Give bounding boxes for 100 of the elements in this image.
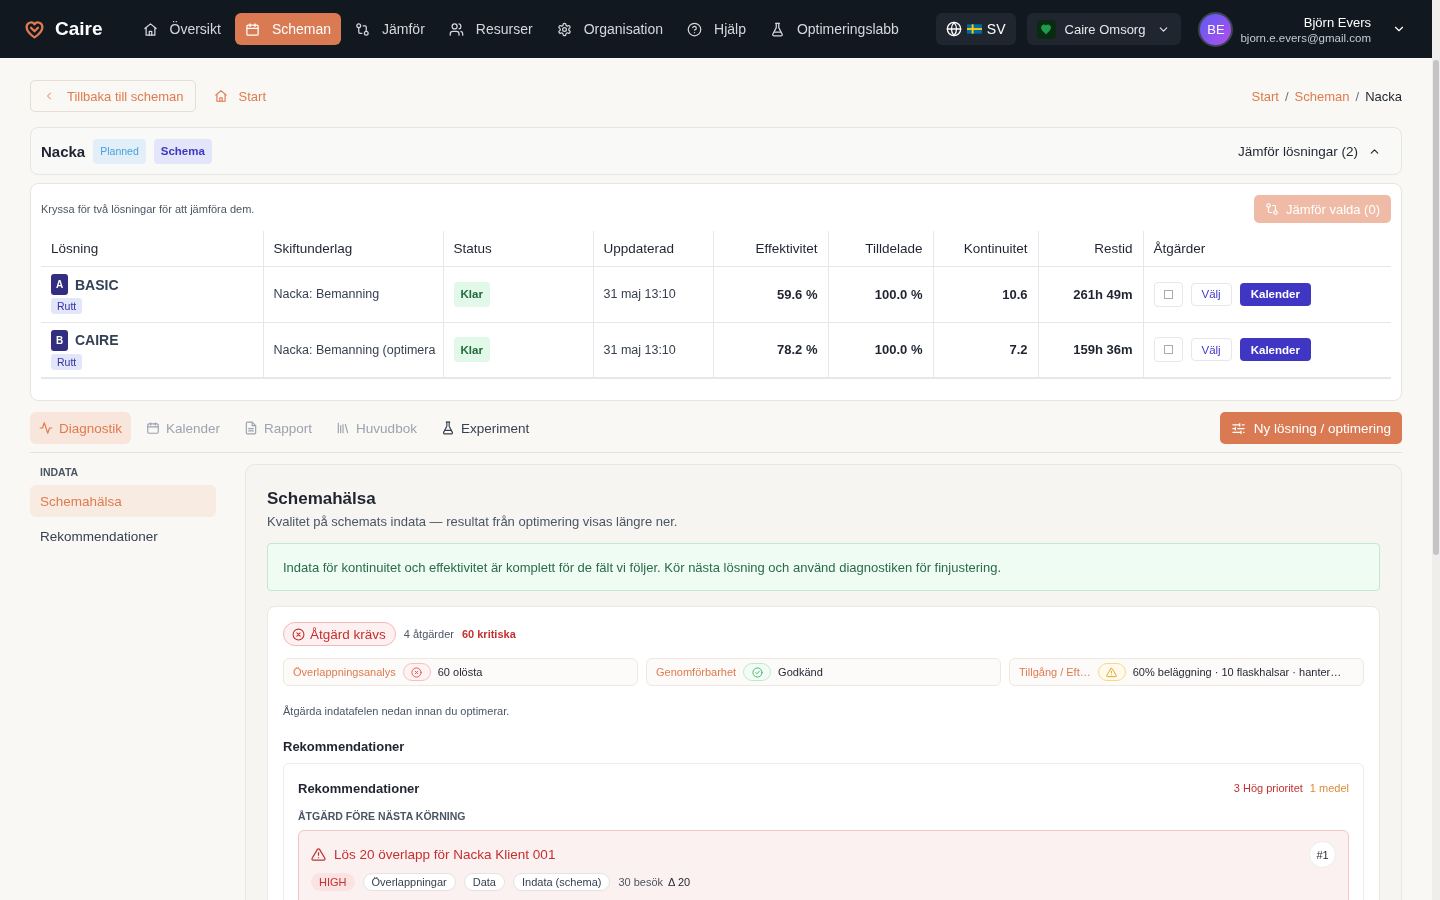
advice-text: Åtgärda indatafelen nedan innan du optimerar. [283, 705, 511, 717]
column-header: Effektivitet [713, 231, 828, 266]
language-button[interactable]: SV [935, 13, 1016, 45]
delta-text: Δ 20 [668, 876, 691, 888]
books-icon [336, 421, 351, 435]
nav-link[interactable]: Hjälp [677, 13, 756, 45]
check-label: Överlappningsanalys [293, 666, 396, 678]
panel-subtitle: Kvalitet på schemats indata — resultat från optimering visas längre ner. [267, 514, 679, 529]
status-badge: Klar [453, 337, 490, 363]
warning-icon [311, 847, 326, 862]
warning-icon [1097, 663, 1126, 681]
tag-chip: Data [463, 873, 505, 891]
select-button[interactable]: Välj [1190, 338, 1232, 362]
sliders-icon [1230, 420, 1246, 436]
heart-logo-icon [24, 18, 45, 40]
breadcrumb-separator: / [1284, 88, 1289, 104]
visits-text: 30 besök [618, 876, 664, 888]
flask-icon [440, 421, 455, 435]
home-icon [142, 21, 158, 37]
organization-dropdown[interactable]: Caire Omsorg [1026, 13, 1182, 45]
table-cell: 100.0 % [828, 266, 933, 322]
column-header: Kontinuitet [933, 231, 1038, 266]
table-cell: 100.0 % [828, 322, 933, 378]
x-circle-icon [292, 627, 305, 641]
panel-title: Schemahälsa [267, 488, 377, 510]
flag-icon [966, 24, 982, 34]
priority-count: 3 Hög prioritet [1233, 782, 1303, 794]
priority-badge: HIGH [311, 873, 355, 891]
check-label: Tillgång / Eft… [1019, 666, 1091, 678]
table-cell: Nacka: Bemanning [263, 266, 443, 322]
solution-letter-badge: A [51, 274, 68, 295]
calendar-button[interactable]: Kalender [1239, 338, 1311, 362]
check-value: 60% beläggning · 10 flaskhalsar · hanter… [1132, 666, 1342, 678]
status-badge: Planned [93, 138, 146, 164]
table-cell: 159h 36m [1038, 322, 1143, 378]
count-text: 4 åtgärder [403, 628, 454, 640]
schedule-title: Nacka [41, 142, 86, 160]
calendar-icon [244, 21, 260, 37]
solution-tag: Rutt [51, 298, 83, 314]
count-text: 60 kritiska [461, 628, 516, 640]
table-cell: 10.6 [933, 266, 1038, 322]
tab[interactable]: Experiment [431, 412, 539, 444]
sidebar-section-label: INDATA [39, 465, 80, 480]
calendar-icon [146, 421, 161, 435]
hint-text: Kryssa för två lösningar för att jämföra dem. [41, 203, 255, 215]
card-title: Rekommendationer [298, 780, 420, 796]
column-header: Status [443, 231, 593, 266]
compare-solutions-toggle[interactable]: Jämför lösningar (2) [1237, 143, 1381, 159]
column-header: Tilldelade [828, 231, 933, 266]
tag-chip: Indata (schema) [512, 873, 611, 891]
logo-text: Caire [55, 18, 103, 40]
table-cell: 7.2 [933, 322, 1038, 378]
table-cell: 31 maj 13:10 [593, 322, 713, 378]
user-email: bjorn.e.evers@gmail.com [1240, 31, 1371, 44]
check-label: Genomförbarhet [656, 666, 737, 678]
solution-letter-badge: B [51, 329, 68, 351]
priority-count: 1 medel [1309, 782, 1349, 794]
column-header: Restid [1038, 231, 1143, 266]
checkbox-button[interactable] [1153, 337, 1183, 363]
nav-link[interactable]: Organisation [546, 13, 673, 45]
select-button[interactable]: Välj [1190, 282, 1232, 306]
checkbox[interactable] [1163, 289, 1173, 299]
column-header: Lösning [41, 231, 263, 266]
user-avatar[interactable]: BE [1198, 11, 1234, 47]
column-header: Åtgärder [1143, 231, 1391, 266]
check-value: 60 olösta [437, 666, 483, 678]
user-name: Björn Evers [1303, 14, 1371, 30]
calendar-button[interactable]: Kalender [1239, 282, 1311, 306]
table-cell: 59.6 % [713, 266, 828, 322]
nav-link[interactable]: Resurser [438, 13, 543, 45]
nav-link[interactable]: Optimeringslabb [759, 13, 909, 45]
pulse-icon [39, 421, 53, 435]
help-icon [687, 21, 702, 37]
sidebar-item[interactable]: Rekommendationer [30, 520, 216, 552]
connected-circles-icon [1265, 202, 1280, 216]
checkbox-button[interactable] [1153, 281, 1183, 307]
solution-tag: Rutt [51, 353, 83, 370]
solution-name: BASIC [75, 276, 119, 293]
check-value: Godkänd [778, 666, 823, 678]
people-icon [448, 21, 464, 37]
connected-circles-icon [355, 21, 371, 37]
checkbox[interactable] [1163, 345, 1173, 355]
solution-name: CAIRE [75, 332, 119, 349]
breadcrumb-separator: / [1355, 88, 1360, 104]
nav-link[interactable]: Jämför [345, 13, 435, 45]
table-cell: 261h 49m [1038, 266, 1143, 322]
home-icon [213, 89, 228, 103]
section-heading: Rekommendationer [283, 739, 406, 754]
scrollbar-thumb[interactable] [1433, 60, 1439, 555]
section-label: ÅTGÄRD FÖRE NÄSTA KÖRNING [298, 810, 467, 822]
info-banner: Indata för kontinuitet och effektivitet är komplett för de fält vi följer. Kör nästa lösning och använd diagnostiken för finjustering. [267, 543, 1380, 591]
column-header: Skiftunderlag [263, 231, 443, 266]
table-cell: 78.2 % [713, 322, 828, 378]
nav-link[interactable]: Översikt [132, 13, 231, 45]
table-cell: 31 maj 13:10 [593, 266, 713, 322]
column-header: Uppdaterad [593, 231, 713, 266]
status-badge: Klar [453, 281, 490, 307]
rank-badge: #1 [1309, 841, 1336, 868]
gear-icon [556, 21, 572, 37]
status-label: Åtgärd krävs [310, 626, 386, 642]
